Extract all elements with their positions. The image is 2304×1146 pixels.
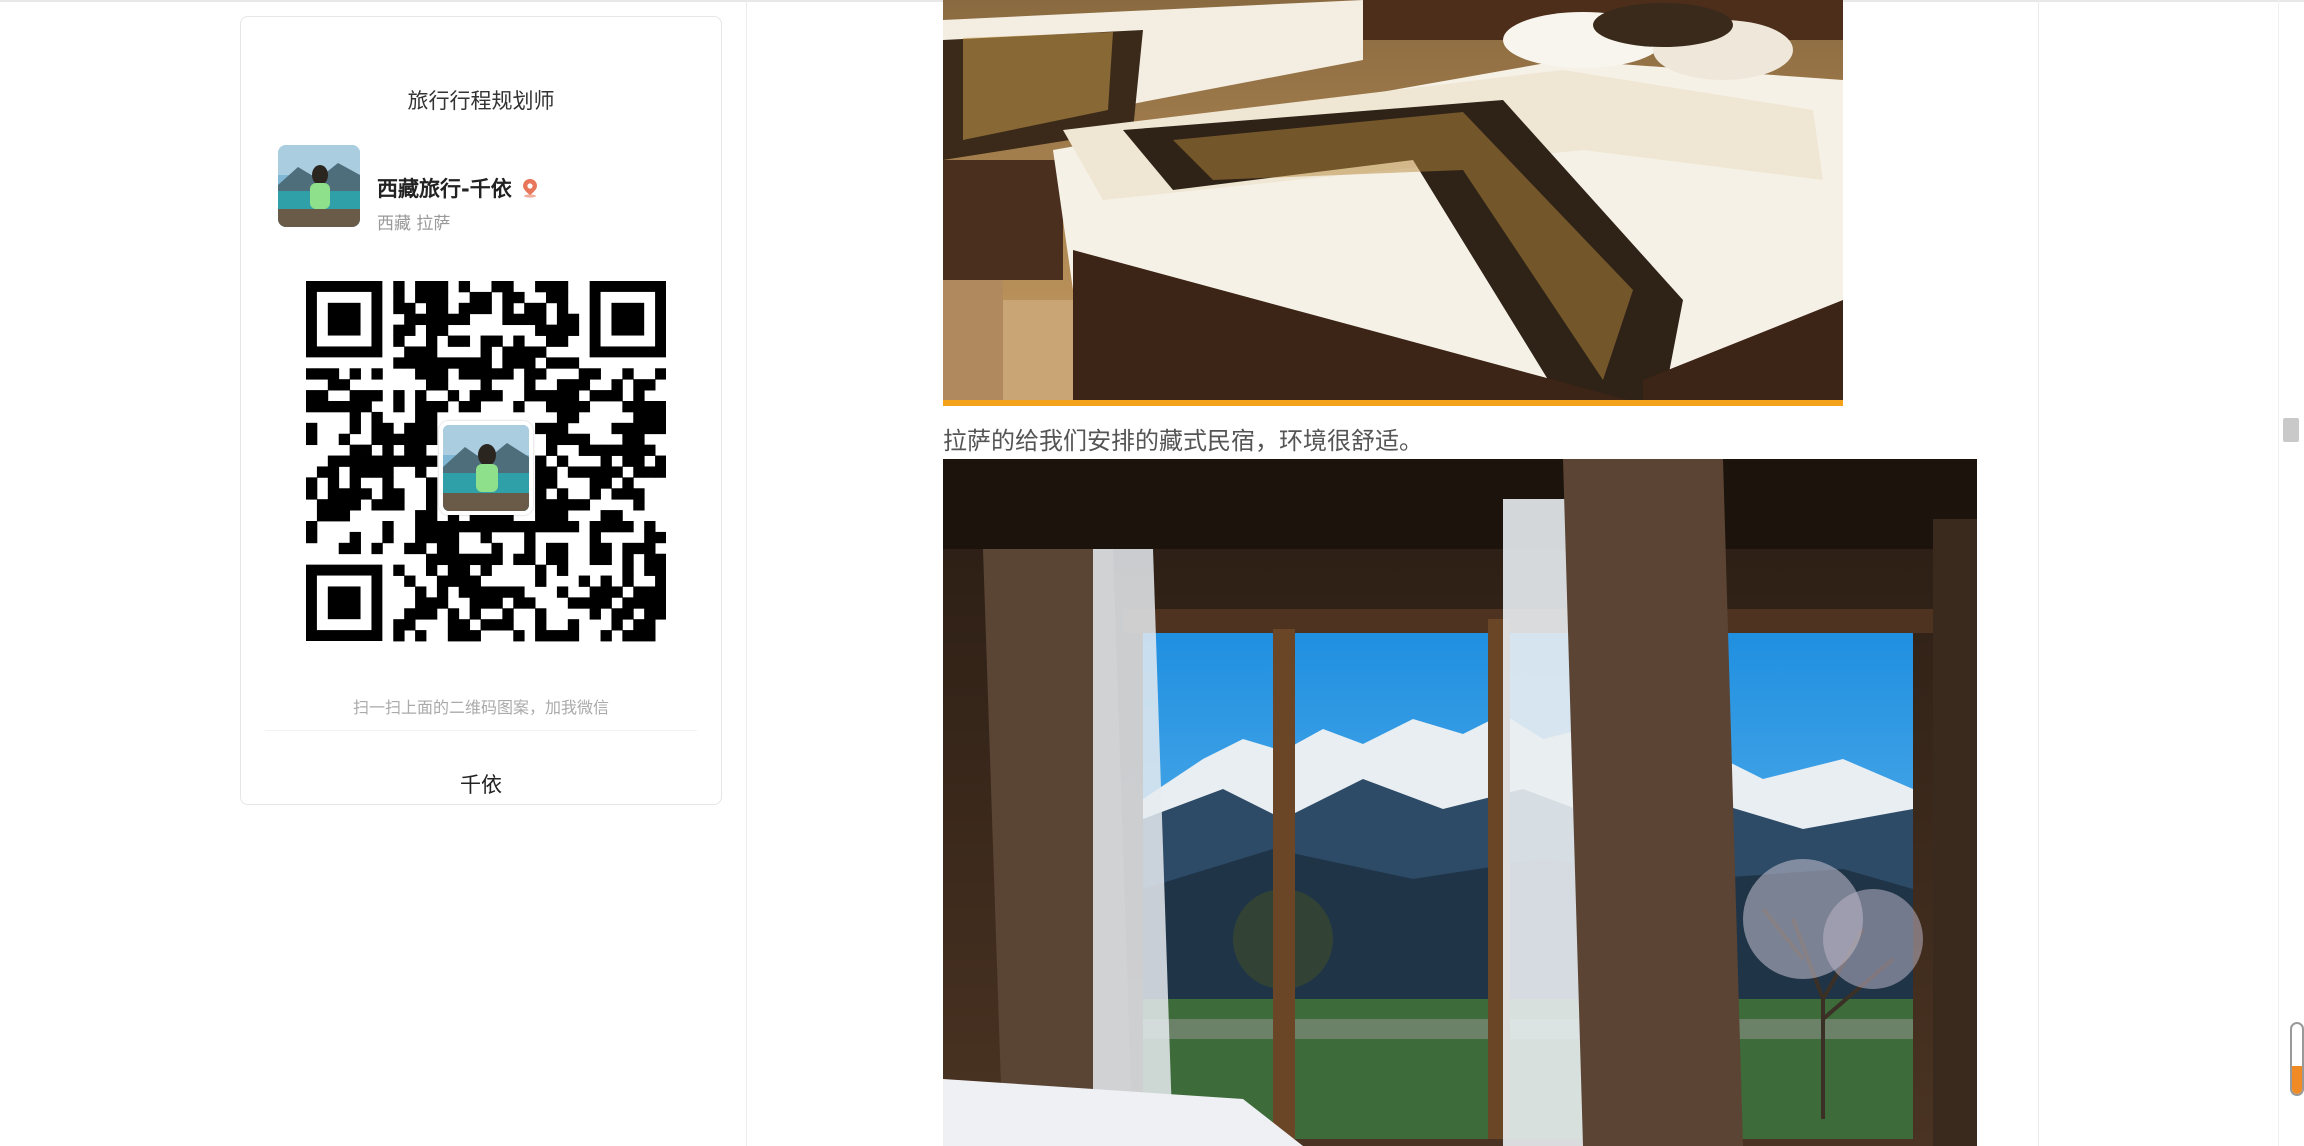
profile-location: 西藏 拉萨 bbox=[377, 214, 451, 234]
qr-center-avatar bbox=[439, 421, 533, 515]
qr-hint-text: 扫一扫上面的二维码图案，加我微信 bbox=[352, 698, 609, 717]
planner-card: 旅行行程规划师 西藏旅行-千依 西藏 拉萨 扫一扫上面的二维码图案，加我微信 千… bbox=[240, 16, 722, 805]
float-widget-icon[interactable] bbox=[2290, 1022, 2304, 1096]
card-footer-name: 千依 bbox=[460, 773, 502, 797]
location-pin-icon bbox=[522, 179, 537, 198]
photo-accent-bar bbox=[943, 400, 1843, 406]
profile-name[interactable]: 西藏旅行-千依 bbox=[377, 173, 512, 203]
float-widget-fill bbox=[2292, 1066, 2302, 1094]
wechat-qr-code[interactable] bbox=[306, 271, 666, 651]
card-title: 旅行行程规划师 bbox=[407, 89, 555, 113]
article-caption: 拉萨的给我们安排的藏式民宿，环境很舒适。 bbox=[943, 427, 1423, 455]
scrollbar-thumb[interactable] bbox=[2283, 418, 2299, 442]
card-divider bbox=[265, 730, 697, 731]
profile-avatar[interactable] bbox=[278, 145, 360, 227]
window-view-photo bbox=[943, 459, 1977, 1146]
scrollbar-track[interactable] bbox=[2278, 0, 2279, 1146]
profile-name-row: 西藏旅行-千依 bbox=[377, 173, 540, 203]
hotel-room-photo bbox=[943, 0, 1843, 404]
column-divider-left bbox=[746, 0, 747, 1146]
column-divider-right bbox=[2038, 0, 2039, 1146]
